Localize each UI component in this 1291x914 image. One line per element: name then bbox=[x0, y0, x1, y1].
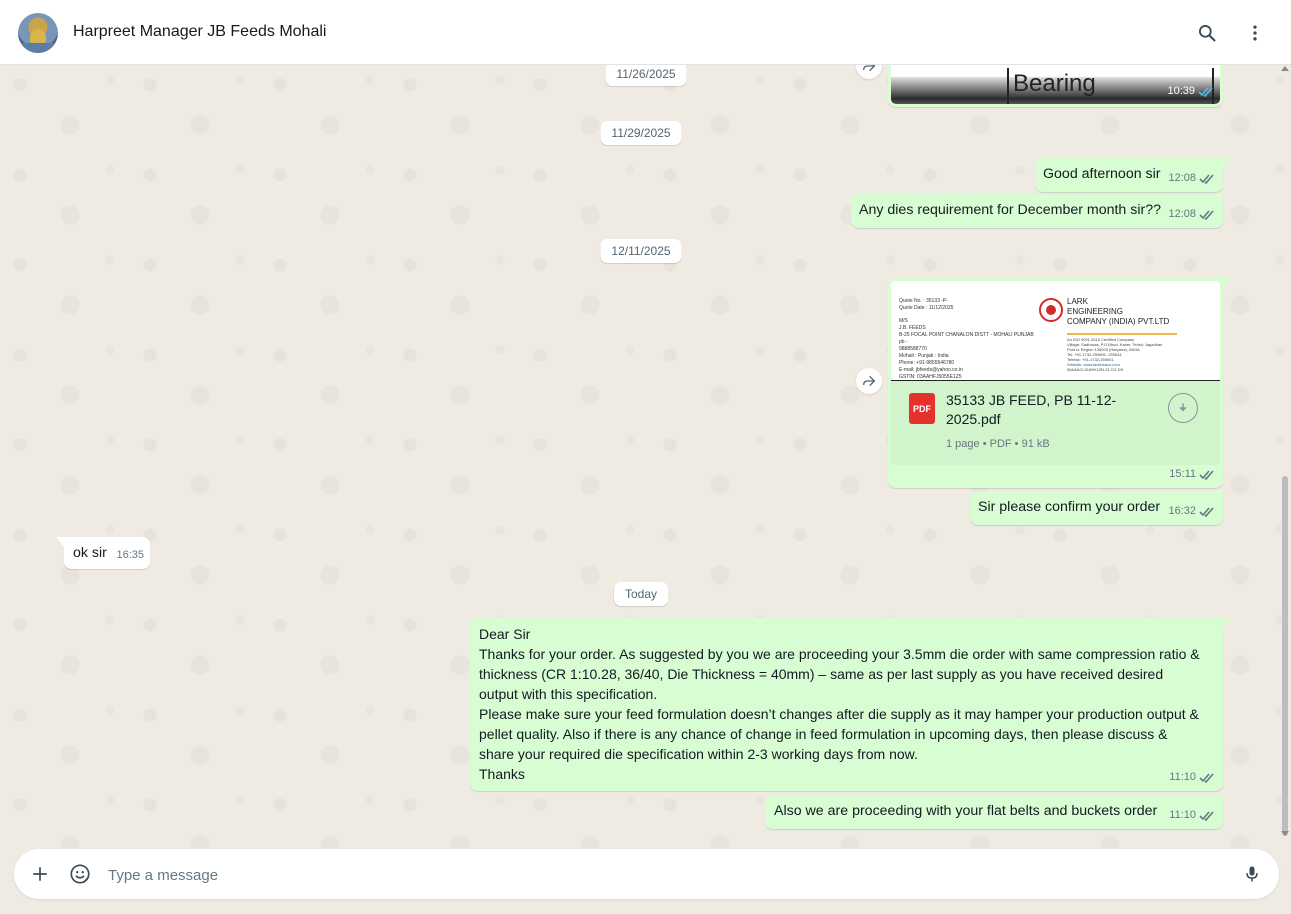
document-meta: 1 page • PDF • 91 kB bbox=[946, 438, 1050, 450]
message-text: Good afternoon sir bbox=[1043, 166, 1161, 182]
pdf-file-icon: PDF bbox=[909, 393, 935, 424]
message-time: 15:11 bbox=[1169, 464, 1215, 484]
outgoing-message[interactable]: Sir please confirm your order 16:32 bbox=[970, 491, 1223, 525]
forward-icon[interactable] bbox=[856, 65, 882, 79]
more-vertical-icon[interactable] bbox=[1242, 20, 1268, 46]
date-separator: Today bbox=[613, 582, 669, 606]
image-thumbnail[interactable]: Bearing 10:39 bbox=[891, 65, 1220, 104]
message-time: 10:39 bbox=[1167, 81, 1214, 101]
image-caption-text: Bearing bbox=[1013, 70, 1096, 97]
outgoing-message[interactable]: Dear Sir Thanks for your order. As sugge… bbox=[470, 618, 1231, 791]
microphone-icon[interactable] bbox=[1240, 862, 1264, 886]
contact-avatar[interactable] bbox=[18, 13, 58, 53]
scroll-down-arrow[interactable] bbox=[1281, 831, 1289, 836]
message-list[interactable]: Bearing 10:39 11/26/2025 11/29/2025 Good… bbox=[0, 65, 1291, 848]
company-logo bbox=[1039, 298, 1063, 322]
date-separator: 11/26/2025 bbox=[605, 65, 687, 86]
scroll-up-arrow[interactable] bbox=[1281, 66, 1289, 71]
date-separator: 12/11/2025 bbox=[600, 239, 682, 263]
chat-scrollbar[interactable] bbox=[1281, 66, 1289, 836]
scrollbar-thumb[interactable] bbox=[1282, 476, 1288, 836]
document-message[interactable]: Quote No. : 35133 -P- Quote Date : 11/12… bbox=[888, 278, 1231, 488]
contact-name[interactable]: Harpreet Manager JB Feeds Mohali bbox=[73, 23, 326, 41]
double-check-icon bbox=[1199, 506, 1214, 517]
double-check-icon bbox=[1199, 469, 1214, 480]
message-time: 11:10 bbox=[1169, 767, 1215, 787]
message-time: 12:08 bbox=[1168, 168, 1215, 188]
double-check-icon bbox=[1199, 173, 1214, 184]
outgoing-message[interactable]: Good afternoon sir 12:08 bbox=[1035, 158, 1231, 192]
message-time: 11:10 bbox=[1169, 805, 1215, 825]
message-time: 16:32 bbox=[1168, 501, 1215, 521]
message-text: Any dies requirement for December month … bbox=[859, 202, 1162, 218]
message-composer bbox=[14, 849, 1279, 899]
image-message[interactable]: Bearing 10:39 bbox=[888, 65, 1223, 107]
date-separator: 11/29/2025 bbox=[600, 121, 682, 145]
message-text: Also we are proceeding with your flat be… bbox=[774, 803, 1158, 819]
incoming-message[interactable]: ok sir 16:35 bbox=[56, 537, 150, 569]
double-check-icon bbox=[1199, 810, 1214, 821]
outgoing-message[interactable]: Also we are proceeding with your flat be… bbox=[765, 795, 1223, 829]
message-text: Sir please confirm your order bbox=[978, 499, 1161, 515]
message-text: Dear Sir Thanks for your order. As sugge… bbox=[479, 626, 1200, 782]
document-filename: 35133 JB FEED, PB 11-12- 2025.pdf bbox=[946, 392, 1117, 427]
document-info[interactable]: PDF 35133 JB FEED, PB 11-12- 2025.pdf 1 … bbox=[891, 381, 1220, 465]
chat-header: Harpreet Manager JB Feeds Mohali bbox=[0, 0, 1291, 65]
outgoing-message[interactable]: Any dies requirement for December month … bbox=[851, 194, 1223, 228]
forward-icon[interactable] bbox=[856, 368, 882, 394]
plus-icon[interactable] bbox=[28, 862, 52, 886]
message-time: 12:08 bbox=[1168, 204, 1215, 224]
sticker-icon[interactable] bbox=[68, 862, 92, 886]
message-input[interactable] bbox=[106, 863, 1210, 887]
search-icon[interactable] bbox=[1194, 20, 1220, 46]
double-check-icon bbox=[1199, 772, 1214, 783]
message-time: 16:35 bbox=[116, 549, 144, 561]
download-icon[interactable] bbox=[1168, 393, 1198, 423]
double-check-icon bbox=[1199, 209, 1214, 220]
message-text: ok sir bbox=[73, 545, 107, 561]
document-preview[interactable]: Quote No. : 35133 -P- Quote Date : 11/12… bbox=[891, 281, 1220, 381]
double-check-icon bbox=[1198, 86, 1213, 97]
